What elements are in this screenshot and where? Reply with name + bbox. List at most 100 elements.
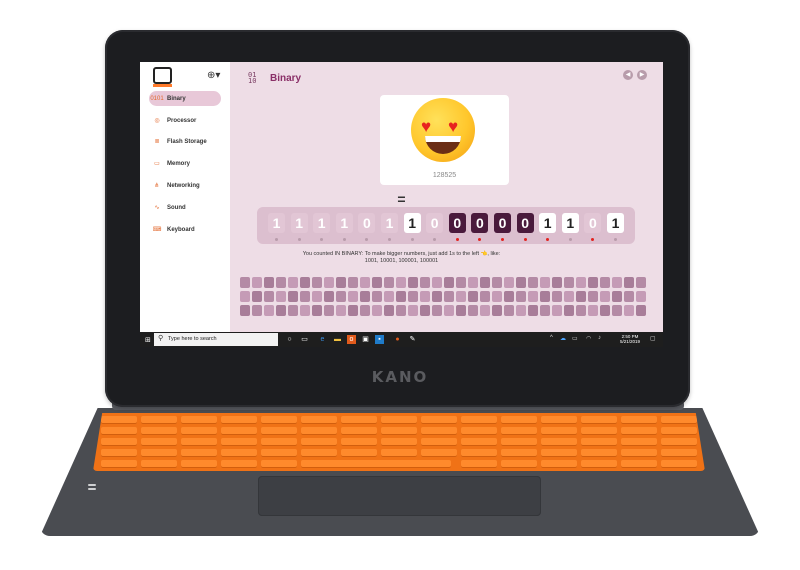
- emoji-tile[interactable]: [288, 277, 298, 288]
- tray-arrow-icon[interactable]: ^: [550, 335, 553, 341]
- keyboard-key[interactable]: [461, 427, 497, 435]
- keyboard-key[interactable]: [341, 416, 377, 424]
- keyboard-key[interactable]: [621, 438, 657, 446]
- emoji-tile[interactable]: [252, 291, 262, 302]
- keyboard-key[interactable]: [501, 438, 537, 446]
- emoji-tile[interactable]: [240, 277, 250, 288]
- emoji-tile[interactable]: [480, 291, 490, 302]
- keyboard-key[interactable]: [461, 438, 497, 446]
- bit-tile[interactable]: 1: [561, 213, 579, 233]
- wifi-icon[interactable]: ◠: [586, 335, 591, 342]
- keyboard-key[interactable]: [101, 438, 137, 446]
- emoji-tile[interactable]: [468, 277, 478, 288]
- emoji-tile[interactable]: [492, 291, 502, 302]
- keyboard-key[interactable]: [661, 449, 697, 457]
- app-icon[interactable]: ▪: [375, 335, 384, 344]
- emoji-tile[interactable]: [492, 305, 502, 316]
- emoji-tile[interactable]: [480, 277, 490, 288]
- emoji-tile[interactable]: [468, 305, 478, 316]
- emoji-tile[interactable]: [420, 277, 430, 288]
- emoji-tile[interactable]: [372, 305, 382, 316]
- next-button[interactable]: ▶: [637, 70, 647, 80]
- emoji-tile[interactable]: [348, 291, 358, 302]
- sidebar-item-binary[interactable]: 0101 Binary: [149, 91, 221, 106]
- keyboard-key[interactable]: [581, 449, 617, 457]
- keyboard-key[interactable]: [541, 438, 577, 446]
- keyboard-key[interactable]: [621, 427, 657, 435]
- emoji-tile[interactable]: [252, 277, 262, 288]
- keyboard-key[interactable]: [301, 438, 337, 446]
- task-view-icon[interactable]: ▭: [300, 335, 309, 344]
- emoji-tile[interactable]: [612, 291, 622, 302]
- sidebar-item-keyboard[interactable]: ⌨ Keyboard: [149, 222, 221, 237]
- emoji-tile[interactable]: [540, 277, 550, 288]
- emoji-tile[interactable]: [552, 291, 562, 302]
- bit-tile[interactable]: 0: [471, 213, 489, 233]
- emoji-tile[interactable]: [600, 277, 610, 288]
- emoji-tile[interactable]: [576, 291, 586, 302]
- emoji-tile[interactable]: [300, 305, 310, 316]
- keyboard-key[interactable]: [341, 427, 377, 435]
- keyboard-key[interactable]: [541, 449, 577, 457]
- keyboard-key[interactable]: [461, 416, 497, 424]
- onedrive-icon[interactable]: ☁: [560, 335, 566, 342]
- bit-tile[interactable]: 1: [313, 213, 331, 233]
- keyboard-key[interactable]: [261, 416, 297, 424]
- emoji-tile[interactable]: [300, 291, 310, 302]
- keyboard-key[interactable]: [261, 460, 297, 468]
- keyboard-key[interactable]: [301, 416, 337, 424]
- emoji-tile[interactable]: [420, 291, 430, 302]
- emoji-tile[interactable]: [384, 305, 394, 316]
- bit-tile[interactable]: 1: [403, 213, 421, 233]
- emoji-tile[interactable]: [516, 305, 526, 316]
- emoji-tile[interactable]: [288, 291, 298, 302]
- emoji-tile[interactable]: [372, 291, 382, 302]
- bit-tile[interactable]: 1: [335, 213, 353, 233]
- emoji-tile[interactable]: [372, 277, 382, 288]
- keyboard-key[interactable]: [221, 438, 257, 446]
- emoji-tile[interactable]: [612, 305, 622, 316]
- emoji-tile[interactable]: [384, 277, 394, 288]
- emoji-tile[interactable]: [408, 291, 418, 302]
- emoji-tile[interactable]: [624, 291, 634, 302]
- keyboard-key[interactable]: [181, 438, 217, 446]
- emoji-tile[interactable]: [492, 277, 502, 288]
- keyboard-key[interactable]: [501, 416, 537, 424]
- keyboard-key[interactable]: [661, 438, 697, 446]
- emoji-tile[interactable]: [264, 305, 274, 316]
- emoji-tile[interactable]: [552, 305, 562, 316]
- office-icon[interactable]: o: [347, 335, 356, 344]
- emoji-tile[interactable]: [504, 305, 514, 316]
- notifications-icon[interactable]: ▢: [650, 335, 656, 342]
- emoji-tile[interactable]: [264, 291, 274, 302]
- keyboard-key[interactable]: [541, 416, 577, 424]
- keyboard-key[interactable]: [181, 416, 217, 424]
- emoji-tile[interactable]: [444, 277, 454, 288]
- emoji-tile[interactable]: [540, 291, 550, 302]
- emoji-tile[interactable]: [312, 291, 322, 302]
- keyboard-key[interactable]: [221, 460, 257, 468]
- keyboard-key[interactable]: [261, 427, 297, 435]
- keyboard-key[interactable]: [621, 460, 657, 468]
- emoji-tile[interactable]: [504, 277, 514, 288]
- emoji-tile[interactable]: [312, 277, 322, 288]
- keyboard-key[interactable]: [661, 460, 697, 468]
- emoji-tile[interactable]: [360, 305, 370, 316]
- trackpad[interactable]: [258, 476, 541, 516]
- keyboard-key[interactable]: [581, 427, 617, 435]
- keyboard-key[interactable]: [341, 449, 377, 457]
- sidebar-item-processor[interactable]: ◎ Processor: [149, 113, 221, 128]
- keyboard-key[interactable]: [381, 449, 417, 457]
- emoji-tile[interactable]: [564, 305, 574, 316]
- emoji-tile[interactable]: [432, 291, 442, 302]
- emoji-tile[interactable]: [336, 305, 346, 316]
- sidebar-item-memory[interactable]: ▭ Memory: [149, 156, 221, 171]
- emoji-tile[interactable]: [564, 291, 574, 302]
- bit-tile[interactable]: 1: [539, 213, 557, 233]
- keyboard-key[interactable]: [101, 449, 137, 457]
- bit-tile[interactable]: 1: [268, 213, 285, 233]
- emoji-tile[interactable]: [576, 305, 586, 316]
- keyboard-key[interactable]: [181, 460, 217, 468]
- emoji-tile[interactable]: [300, 277, 310, 288]
- globe-language-icon[interactable]: ⊕▾: [207, 70, 220, 81]
